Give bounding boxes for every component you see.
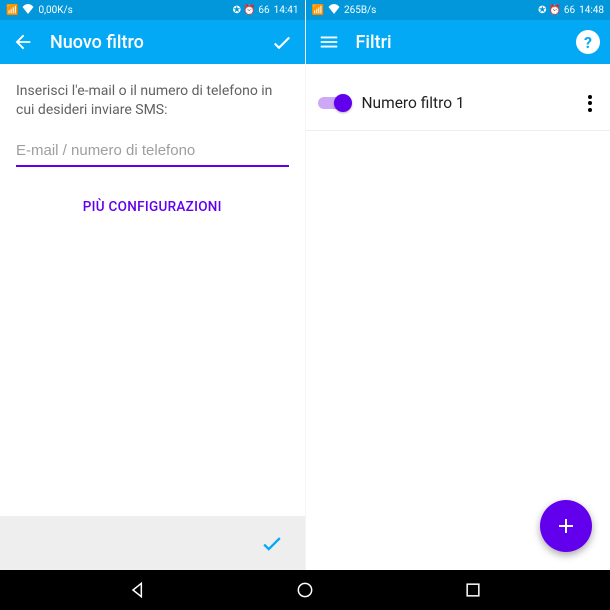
back-button[interactable]	[10, 29, 36, 55]
network-speed: 265B/s	[344, 5, 376, 16]
more-config-button[interactable]: PIÙ CONFIGURAZIONI	[16, 199, 289, 215]
status-icons: ✪ ⏰ 66	[538, 5, 575, 16]
filter-label: Numero filtro 1	[362, 94, 573, 112]
status-time: 14:48	[579, 5, 604, 16]
confirm-check-button[interactable]	[259, 530, 285, 556]
network-speed: 0,00K/s	[38, 5, 72, 16]
menu-button[interactable]	[316, 29, 342, 55]
status-bar: 📶 0,00K/s ✪ ⏰ 66 14:41	[0, 0, 305, 20]
recipient-input[interactable]	[16, 136, 289, 167]
screen-body: Numero filtro 1	[306, 64, 610, 570]
nav-back-button[interactable]	[108, 580, 168, 600]
nav-recents-button[interactable]	[443, 580, 503, 600]
screen-body: Inserisci l'e-mail o il numero di telefo…	[0, 64, 305, 516]
signal-icon: 📶	[6, 5, 18, 16]
status-icons: ✪ ⏰ 66	[233, 5, 270, 16]
system-nav-bar	[0, 570, 610, 610]
wifi-icon	[22, 4, 34, 17]
help-button[interactable]: ?	[576, 30, 600, 54]
screen-filters-list: 📶 265B/s ✪ ⏰ 66 14:48 Filtri ?	[305, 0, 610, 570]
filter-toggle[interactable]	[318, 94, 352, 112]
screen-new-filter: 📶 0,00K/s ✪ ⏰ 66 14:41 Nuovo filtro Inse…	[0, 0, 305, 570]
more-options-button[interactable]	[582, 90, 598, 116]
add-filter-fab[interactable]	[540, 500, 592, 552]
app-bar: Nuovo filtro	[0, 20, 305, 64]
app-bar: Filtri ?	[306, 20, 610, 64]
confirm-button[interactable]	[269, 29, 295, 55]
page-title: Filtri	[356, 32, 563, 53]
signal-icon: 📶	[312, 5, 324, 16]
nav-home-button[interactable]	[275, 580, 335, 600]
instruction-text: Inserisci l'e-mail o il numero di telefo…	[16, 82, 289, 120]
wifi-icon	[328, 4, 340, 17]
list-item[interactable]: Numero filtro 1	[306, 82, 610, 131]
page-title: Nuovo filtro	[50, 32, 255, 53]
bottom-bar	[0, 516, 305, 570]
status-bar: 📶 265B/s ✪ ⏰ 66 14:48	[306, 0, 610, 20]
status-time: 14:41	[274, 5, 299, 16]
